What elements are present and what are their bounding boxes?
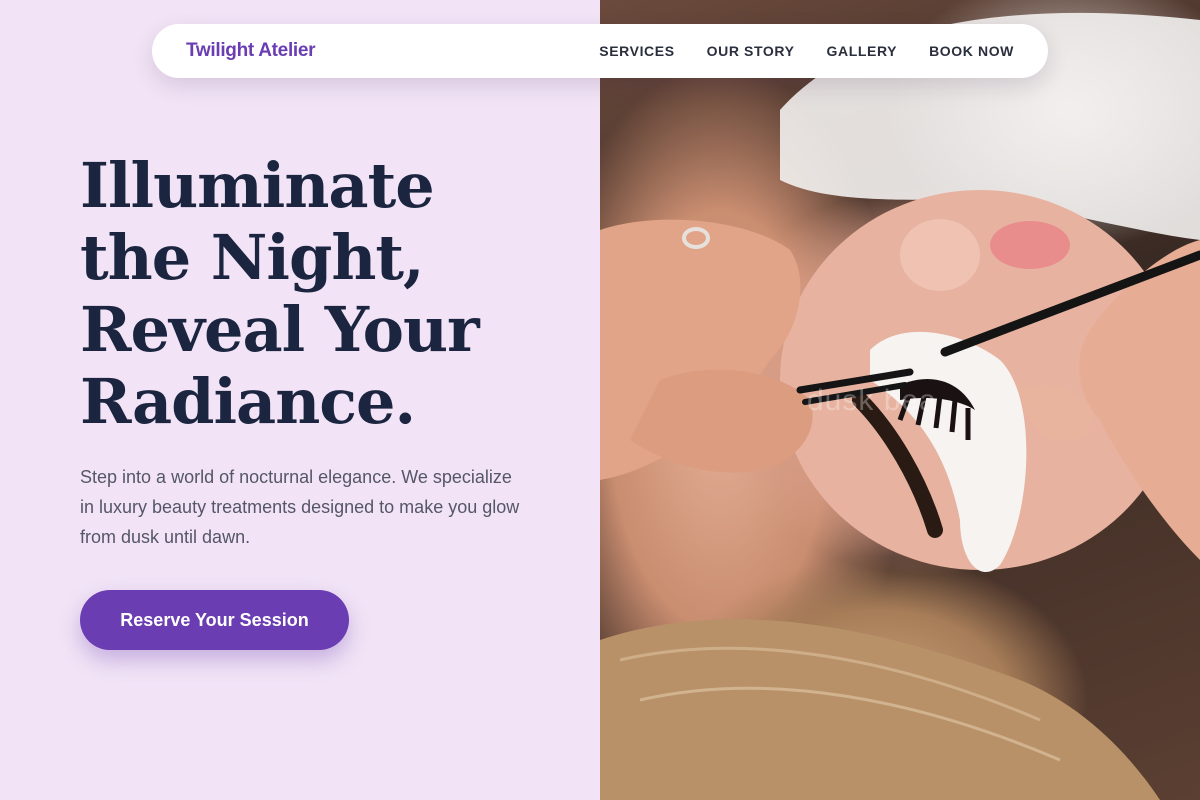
brand-logo[interactable]: Twilight Atelier [186, 40, 316, 62]
hero-photo: dusk bea [600, 0, 1200, 800]
hero-title-line: Illuminate [80, 149, 435, 222]
hero-title-line: Reveal Your [80, 293, 480, 366]
top-navbar: Twilight Atelier SERVICES OUR STORY GALL… [152, 24, 1048, 78]
photo-watermark: dusk bea [807, 384, 937, 417]
hero-title-line: the Night, [80, 221, 425, 294]
nav-link-our-story[interactable]: OUR STORY [707, 43, 795, 59]
nav-link-book-now[interactable]: BOOK NOW [929, 43, 1014, 59]
reserve-session-button[interactable]: Reserve Your Session [80, 590, 349, 650]
nav-link-services[interactable]: SERVICES [599, 43, 674, 59]
hero-subtitle: Step into a world of nocturnal elegance.… [80, 467, 520, 547]
hero-title: Illuminate the Night, Reveal Your Radian… [80, 150, 550, 438]
hero-title-line: Radiance. [80, 365, 416, 438]
nav-link-gallery[interactable]: GALLERY [827, 43, 898, 59]
nav-links: SERVICES OUR STORY GALLERY BOOK NOW [599, 43, 1014, 59]
